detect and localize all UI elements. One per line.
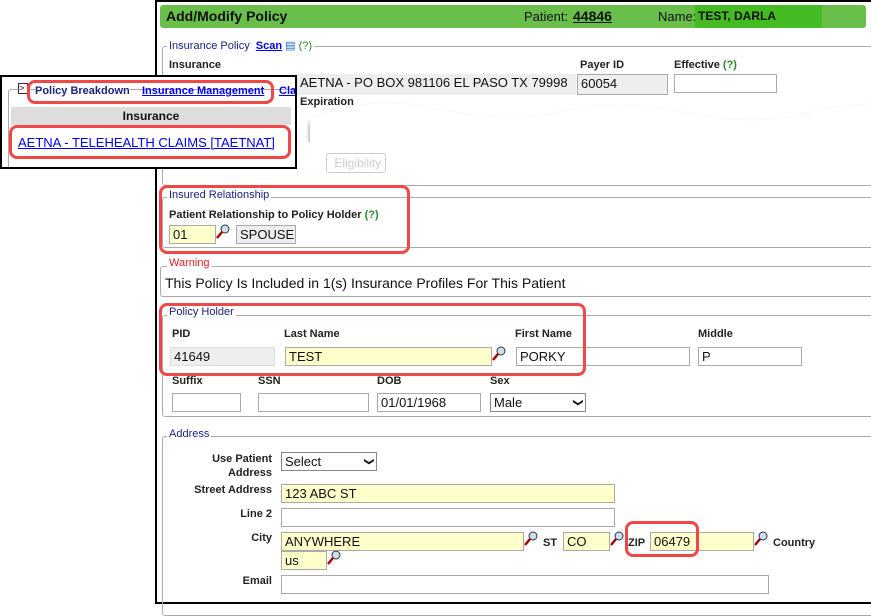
patient-label: Patient: (524, 9, 569, 24)
country-label: Country (773, 537, 816, 549)
help-link[interactable]: (?) (299, 40, 312, 52)
page-title: Add/Modify Policy (166, 8, 288, 24)
warning-legend: Warning (167, 257, 212, 269)
policy-breakdown-popup: > Policy Breakdown Insurance Management … (0, 75, 297, 169)
insurance-management-link[interactable]: Insurance Management (142, 85, 264, 97)
email-label: Email (242, 575, 272, 587)
scan-link[interactable]: Scan (256, 40, 282, 52)
middle-input[interactable]: P (698, 347, 802, 366)
suffix-label: Suffix (172, 375, 203, 387)
dob-label: DOB (377, 375, 402, 387)
policy-breakdown-tab[interactable]: Policy Breakdown (35, 85, 130, 97)
city-input[interactable]: ANYWHERE (281, 532, 524, 551)
country-input[interactable]: us (281, 551, 327, 570)
magnifier-icon[interactable] (524, 531, 538, 547)
street-address-input[interactable]: 123 ABC ST (281, 484, 615, 503)
insurance-label: Insurance (169, 59, 221, 71)
highlight-box (159, 303, 586, 376)
payer-id-label: Payer ID (580, 59, 625, 71)
insurance-row-link[interactable]: AETNA - TELEHEALTH CLAIMS [TAETNAT] (18, 135, 275, 150)
scanner-icon[interactable]: ▤ (285, 40, 295, 52)
insurance-column-header: Insurance (11, 107, 291, 125)
sex-value: Male (494, 395, 523, 410)
city-label: City (251, 532, 272, 544)
name-label: Name: (658, 9, 697, 24)
sex-select[interactable]: Male ❮ (490, 393, 586, 412)
email-input[interactable] (281, 575, 769, 594)
use-patient-address-select[interactable]: Select ❮ (281, 452, 377, 471)
line2-input[interactable] (281, 508, 615, 527)
magnifier-icon[interactable] (754, 531, 768, 547)
ssn-label: SSN (258, 375, 281, 387)
suffix-input[interactable] (172, 393, 241, 412)
state-input[interactable]: CO (563, 532, 610, 551)
ssn-input[interactable] (258, 393, 369, 412)
sex-label: Sex (490, 375, 510, 387)
magnifier-icon[interactable] (610, 531, 624, 547)
effective-label: Effective (?) (674, 59, 737, 71)
chevron-down-icon: ❮ (363, 457, 375, 466)
magnifier-icon[interactable] (327, 550, 341, 566)
highlight-box (625, 521, 699, 557)
street-address-label: Street Address (194, 484, 272, 496)
line2-label: Line 2 (240, 508, 272, 520)
middle-label: Middle (698, 328, 733, 340)
highlight-box (159, 185, 410, 254)
eligibility-button[interactable]: Eligibility (326, 153, 386, 173)
insurance-policy-legend: Insurance Policy Scan ▤ (?) (167, 39, 315, 52)
state-label: ST (543, 537, 558, 549)
chevron-down-icon: ❮ (572, 398, 584, 407)
effective-help-link[interactable]: (?) (723, 59, 737, 71)
header-bar: Add/Modify Policy Patient: 44846 Name: T… (160, 5, 866, 28)
warning-text: This Policy Is Included in 1(s) Insuranc… (165, 275, 566, 291)
dob-input[interactable]: 01/01/1968 (377, 393, 481, 412)
use-patient-address-label: Use Patient Address (212, 453, 272, 479)
claims-link[interactable]: Claims (279, 85, 295, 97)
effective-date-input[interactable] (674, 74, 777, 93)
patient-name: TEST, DARLA (695, 5, 822, 28)
patient-id-link[interactable]: 44846 (573, 8, 612, 24)
use-patient-address-value: Select (285, 454, 322, 469)
address-legend: Address (167, 428, 212, 440)
